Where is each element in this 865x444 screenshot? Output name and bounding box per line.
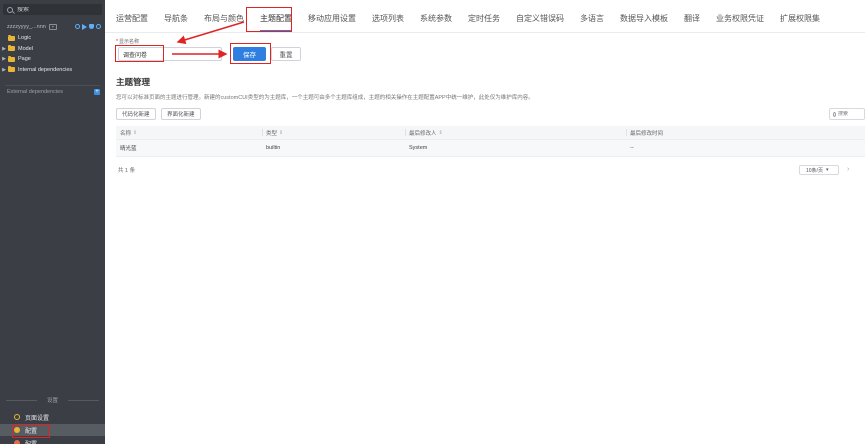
settings-section-label: 设置 [0,396,105,404]
tree-item-label: Logic [18,35,32,42]
annotation-box-config [12,424,50,438]
next-page-button[interactable]: › [847,165,849,175]
external-dependencies-label: External dependencies [7,89,63,95]
tree-item-model[interactable]: ▶ Model [0,44,105,55]
sidebar-item-config-2[interactable]: 配置 [0,437,105,444]
column-modified-time[interactable]: 最后修改时间 [626,126,865,139]
table-search[interactable] [829,108,865,120]
reset-button[interactable]: 重置 [271,47,301,61]
sidebar-search[interactable] [3,4,102,15]
code-create-button[interactable]: 代码化新建 [116,108,156,120]
caret-right-icon[interactable]: ▶ [0,46,8,52]
annotation-box-theme-tab [246,7,292,32]
column-label: 最后修改人 [409,130,437,137]
tab-mobile-app[interactable]: 移动应用设置 [308,0,356,33]
tab-operation-config[interactable]: 运营配置 [116,0,148,33]
refresh-icon[interactable] [75,23,80,29]
config-tabs: 运营配置 导航条 布局与颜色 主题配置 移动应用设置 选项列表 系统参数 定时任… [105,0,865,33]
key-icon [14,414,20,420]
folder-icon [8,55,15,62]
sort-icon[interactable]: ⇕ [133,130,137,136]
chevron-down-icon: ▾ [825,167,829,173]
main-panel: 运营配置 导航条 布局与颜色 主题配置 移动应用设置 选项列表 系统参数 定时任… [105,0,865,444]
column-modifier[interactable]: 最后修改人 ⇕ [405,126,626,139]
theme-table: 名称 ⇕ 类型 ⇕ 最后修改人 ⇕ 最后修改时间 晴光蓝 builtin System… [116,126,865,157]
tab-option-list[interactable]: 选项列表 [372,0,404,33]
tab-scheduled-tasks[interactable]: 定时任务 [468,0,500,33]
tab-extended-permission[interactable]: 扩展权限集 [780,0,820,33]
column-type[interactable]: 类型 ⇕ [262,126,405,139]
shield-icon[interactable] [89,23,94,29]
page-size-value: 10条/页 [806,167,823,174]
project-dropdown-icon[interactable]: ▾ [48,23,57,30]
folder-icon [8,34,15,41]
sidebar-item-label: 配置 [25,439,37,444]
tab-multilanguage[interactable]: 多语言 [580,0,604,33]
column-label: 名称 [120,130,132,137]
sidebar-item-label: 页面设置 [25,415,50,422]
search-icon [7,6,13,13]
sort-icon[interactable]: ⇕ [439,130,443,136]
column-label: 类型 [266,130,278,137]
tab-data-import-template[interactable]: 数据导入模板 [620,0,668,33]
gear-icon[interactable] [96,23,101,29]
column-name[interactable]: 名称 ⇕ [116,126,262,139]
tree-item-internal-dependencies[interactable]: ▶ Internal dependencies [0,65,105,76]
tab-system-params[interactable]: 系统参数 [420,0,452,33]
tree-item-page[interactable]: ▶ Page [0,54,105,65]
caret-right-icon[interactable]: ▶ [0,56,8,62]
caret-right-icon[interactable]: ▶ [0,67,8,73]
theme-icon [14,440,20,444]
folder-icon [8,45,15,52]
cell-time: -- [630,145,634,151]
sidebar: zzzzyyyy_...nnn ▾ Logic ▶ Model ▶ Page ▶ [0,0,105,444]
tab-navbar[interactable]: 导航条 [164,0,188,33]
cell-type: builtin [266,145,281,151]
annotation-box-name-input [115,45,164,62]
section-label-text: 设置 [47,398,59,404]
theme-management-title: 主题管理 [116,77,151,87]
sidebar-search-input[interactable] [17,6,97,13]
tree-item-label: Model [18,45,33,52]
project-row[interactable]: zzzzyyyy_...nnn ▾ [7,22,103,31]
display-name-label: *显示名称 [116,38,139,45]
play-icon[interactable] [82,23,87,30]
ui-create-button[interactable]: 界面化新建 [161,108,201,120]
sidebar-item-page-settings[interactable]: 页面设置 [0,411,105,423]
tree-item-logic[interactable]: Logic [0,33,105,44]
total-count: 共 1 条 [118,168,136,174]
section-line [68,399,100,401]
project-tree: Logic ▶ Model ▶ Page ▶ Internal dependen… [0,33,105,75]
tree-item-label: Page [18,56,31,63]
search-icon [833,111,836,117]
cell-modifier: System [409,145,428,151]
tree-item-label: Internal dependencies [18,66,73,73]
tab-layout-color[interactable]: 布局与颜色 [204,0,244,33]
section-line [6,399,37,401]
folder-icon [8,66,15,73]
theme-management-description: 您可以对标准页面的主题进行管理。新建的customCUI类型的为主题库，一个主题… [116,95,534,101]
annotation-box-save [230,43,271,64]
tab-business-permission[interactable]: 业务权限凭证 [716,0,764,33]
tab-custom-error-codes[interactable]: 自定义错误码 [516,0,564,33]
cell-name: 晴光蓝 [120,146,137,152]
sort-icon[interactable]: ⇕ [279,130,283,136]
table-header: 名称 ⇕ 类型 ⇕ 最后修改人 ⇕ 最后修改时间 [116,126,865,140]
external-dependencies-row[interactable]: External dependencies + [7,88,100,96]
table-search-input[interactable] [838,111,864,117]
column-label: 最后修改时间 [630,130,664,137]
table-row[interactable]: 晴光蓝 builtin System -- [116,140,865,157]
page-size-select[interactable]: 10条/页 ▾ [799,165,839,175]
project-name: zzzzyyyy_...nnn [7,23,46,30]
tab-translate[interactable]: 翻译 [684,0,700,33]
sidebar-divider [5,85,100,86]
add-icon[interactable]: + [94,89,100,95]
